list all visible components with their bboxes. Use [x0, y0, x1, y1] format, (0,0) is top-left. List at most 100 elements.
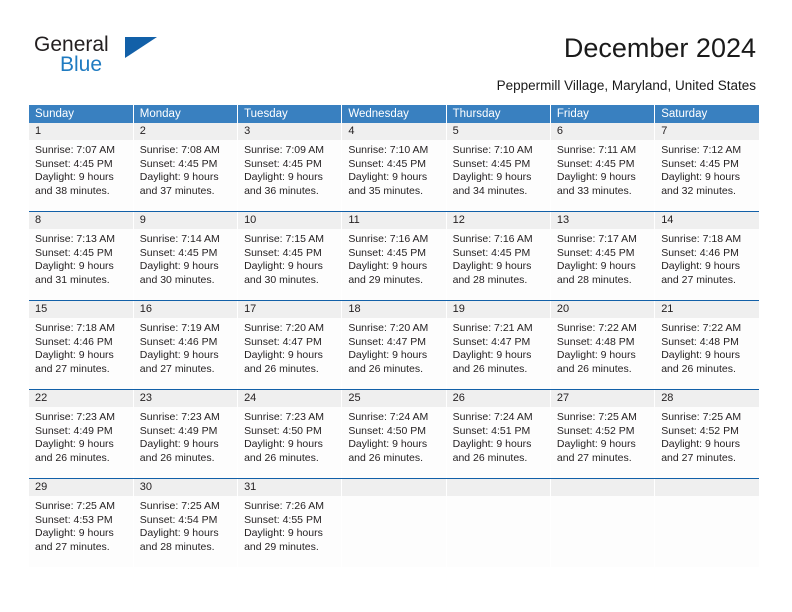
day-details: Sunrise: 7:16 AM Sunset: 4:45 PM Daylight:…	[342, 229, 446, 300]
daylight-text-line1: Daylight: 9 hours	[452, 260, 532, 272]
day-cell[interactable]: 15 Sunrise: 7:18 AM Sunset: 4:46 PM Dayligh…	[29, 300, 134, 390]
day-details: Sunrise: 7:18 AM Sunset: 4:46 PM Daylight:…	[29, 318, 133, 389]
sunset-text: Sunset: 4:55 PM	[244, 513, 322, 526]
daylight-text-line2: and 26 minutes.	[35, 451, 110, 464]
day-cell[interactable]: 6 Sunrise: 7:11 AM Sunset: 4:45 PM Daylight…	[550, 123, 656, 212]
day-cell[interactable]: 1 Sunrise: 7:07 AM Sunset: 4:45 PM Daylight…	[29, 123, 134, 212]
daylight-text-line2: and 27 minutes.	[35, 362, 110, 375]
daylight-text-line2: and 34 minutes.	[452, 184, 528, 197]
sunrise-text: Sunrise: 7:14 AM	[139, 233, 220, 245]
day-cell[interactable]: 22 Sunrise: 7:23 AM Sunset: 4:49 PM Dayligh…	[29, 389, 134, 479]
sunrise-text: Sunrise: 7:18 AM	[35, 322, 115, 334]
day-number: 21	[655, 301, 759, 318]
sunrise-text: Sunrise: 7:25 AM	[139, 500, 220, 512]
sunrise-text: Sunrise: 7:09 AM	[244, 144, 325, 156]
sunrise-text: Sunrise: 7:12 AM	[661, 144, 742, 156]
day-cell[interactable]: 13 Sunrise: 7:17 AM Sunset: 4:45 PM Dayligh…	[550, 211, 656, 301]
day-details: Sunrise: 7:24 AM Sunset: 4:51 PM Daylight:…	[446, 407, 550, 478]
day-number: 27	[550, 390, 655, 407]
day-cell[interactable]: 20 Sunrise: 7:22 AM Sunset: 4:48 PM Dayligh…	[550, 300, 656, 390]
daylight-text-line1: Daylight: 9 hours	[661, 438, 740, 450]
sunset-text: Sunset: 4:46 PM	[139, 335, 218, 348]
day-number: 18	[342, 301, 446, 318]
daylight-text-line1: Daylight: 9 hours	[139, 527, 219, 539]
day-cell[interactable]: 10 Sunrise: 7:15 AM Sunset: 4:45 PM Dayligh…	[237, 211, 343, 301]
sunset-text: Sunset: 4:45 PM	[35, 157, 113, 170]
sunrise-text: Sunrise: 7:26 AM	[244, 500, 325, 512]
sunrise-text: Sunrise: 7:19 AM	[139, 322, 220, 334]
sunrise-text: Sunrise: 7:22 AM	[556, 322, 637, 334]
daylight-text-line1: Daylight: 9 hours	[244, 349, 323, 361]
day-details: Sunrise: 7:10 AM Sunset: 4:45 PM Daylight:…	[342, 140, 446, 211]
sunrise-text: Sunrise: 7:20 AM	[244, 322, 325, 334]
day-cell[interactable]: 7 Sunrise: 7:12 AM Sunset: 4:45 PM Daylight…	[654, 123, 759, 212]
daylight-text-line1: Daylight: 9 hours	[139, 349, 219, 361]
day-details: Sunrise: 7:18 AM Sunset: 4:46 PM Daylight:…	[655, 229, 759, 300]
sunrise-text: Sunrise: 7:25 AM	[556, 411, 637, 423]
sunrise-text: Sunrise: 7:16 AM	[452, 233, 533, 245]
sunrise-text: Sunrise: 7:24 AM	[348, 411, 429, 423]
day-details: Sunrise: 7:23 AM Sunset: 4:50 PM Daylight:…	[238, 407, 342, 478]
day-cell[interactable]: 17 Sunrise: 7:20 AM Sunset: 4:47 PM Dayligh…	[237, 300, 343, 390]
day-cell[interactable]: 27 Sunrise: 7:25 AM Sunset: 4:52 PM Dayligh…	[550, 389, 656, 479]
daylight-text-line1: Daylight: 9 hours	[556, 171, 636, 183]
daylight-text-line2: and 26 minutes.	[556, 362, 632, 375]
day-cell[interactable]: 14 Sunrise: 7:18 AM Sunset: 4:46 PM Dayligh…	[654, 211, 759, 301]
day-cell[interactable]: 12 Sunrise: 7:16 AM Sunset: 4:45 PM Dayligh…	[446, 211, 551, 301]
day-number: 13	[550, 212, 655, 229]
day-details: Sunrise: 7:10 AM Sunset: 4:45 PM Daylight:…	[446, 140, 550, 211]
day-details: Sunrise: 7:22 AM Sunset: 4:48 PM Daylight:…	[655, 318, 759, 389]
day-cell[interactable]: 2 Sunrise: 7:08 AM Sunset: 4:45 PM Daylight…	[133, 123, 239, 212]
day-cell[interactable]: 9 Sunrise: 7:14 AM Sunset: 4:45 PM Daylight…	[133, 211, 239, 301]
day-cell[interactable]: 4 Sunrise: 7:10 AM Sunset: 4:45 PM Daylight…	[341, 123, 447, 212]
day-number: 25	[342, 390, 446, 407]
day-cell[interactable]: 3 Sunrise: 7:09 AM Sunset: 4:45 PM Daylight…	[237, 123, 343, 212]
day-cell[interactable]: 21 Sunrise: 7:22 AM Sunset: 4:48 PM Dayligh…	[654, 300, 759, 390]
day-cell[interactable]: 11 Sunrise: 7:16 AM Sunset: 4:45 PM Dayligh…	[341, 211, 447, 301]
day-cell[interactable]: 5 Sunrise: 7:10 AM Sunset: 4:45 PM Daylight…	[446, 123, 551, 212]
daylight-text-line1: Daylight: 9 hours	[348, 260, 428, 272]
sunset-text: Sunset: 4:45 PM	[35, 246, 113, 259]
day-number: 31	[238, 479, 342, 496]
day-number: 28	[655, 390, 759, 407]
day-cell[interactable]: 8 Sunrise: 7:13 AM Sunset: 4:45 PM Daylight…	[29, 211, 134, 301]
day-number: 9	[133, 212, 238, 229]
day-cell-empty	[655, 479, 759, 567]
general-blue-logo[interactable]: General Blue	[34, 33, 214, 79]
day-cell[interactable]: 28 Sunrise: 7:25 AM Sunset: 4:52 PM Dayligh…	[654, 389, 759, 479]
sunset-text: Sunset: 4:45 PM	[139, 246, 218, 259]
sunset-text: Sunset: 4:47 PM	[244, 335, 322, 348]
sunrise-text: Sunrise: 7:15 AM	[244, 233, 325, 245]
day-cell[interactable]: 31 Sunrise: 7:26 AM Sunset: 4:55 PM Dayligh…	[237, 478, 343, 567]
sunrise-text: Sunrise: 7:22 AM	[661, 322, 742, 334]
sunset-text: Sunset: 4:45 PM	[244, 246, 322, 259]
day-details: Sunrise: 7:07 AM Sunset: 4:45 PM Daylight:…	[29, 140, 133, 211]
daylight-text-line1: Daylight: 9 hours	[452, 171, 532, 183]
day-details: Sunrise: 7:17 AM Sunset: 4:45 PM Daylight:…	[550, 229, 655, 300]
daylight-text-line1: Daylight: 9 hours	[452, 349, 532, 361]
day-cell[interactable]: 23 Sunrise: 7:23 AM Sunset: 4:49 PM Dayligh…	[133, 389, 239, 479]
day-cell[interactable]: 19 Sunrise: 7:21 AM Sunset: 4:47 PM Dayligh…	[446, 300, 551, 390]
day-number: 4	[342, 123, 446, 140]
sunrise-text: Sunrise: 7:10 AM	[348, 144, 429, 156]
day-number: 1	[29, 123, 133, 140]
day-number: 26	[446, 390, 550, 407]
daylight-text-line2: and 26 minutes.	[661, 362, 736, 375]
day-details: Sunrise: 7:15 AM Sunset: 4:45 PM Daylight:…	[238, 229, 342, 300]
day-cell[interactable]: 25 Sunrise: 7:24 AM Sunset: 4:50 PM Dayligh…	[341, 389, 447, 479]
daylight-text-line1: Daylight: 9 hours	[244, 527, 323, 539]
day-cell[interactable]: 18 Sunrise: 7:20 AM Sunset: 4:47 PM Dayligh…	[341, 300, 447, 390]
day-cell[interactable]: 30 Sunrise: 7:25 AM Sunset: 4:54 PM Dayligh…	[133, 478, 239, 567]
sunrise-sunset-calendar: Sunday Monday Tuesday Wednesday Thursday…	[29, 105, 759, 567]
daylight-text-line2: and 35 minutes.	[348, 184, 424, 197]
day-cell[interactable]: 24 Sunrise: 7:23 AM Sunset: 4:50 PM Dayligh…	[237, 389, 343, 479]
day-cell[interactable]: 29 Sunrise: 7:25 AM Sunset: 4:53 PM Dayligh…	[29, 478, 134, 567]
daylight-text-line1: Daylight: 9 hours	[139, 171, 219, 183]
sunset-text: Sunset: 4:46 PM	[35, 335, 113, 348]
day-number: 5	[446, 123, 550, 140]
day-details	[655, 496, 759, 567]
sunset-text: Sunset: 4:45 PM	[139, 157, 218, 170]
day-cell[interactable]: 26 Sunrise: 7:24 AM Sunset: 4:51 PM Dayligh…	[446, 389, 551, 479]
day-cell[interactable]: 16 Sunrise: 7:19 AM Sunset: 4:46 PM Dayligh…	[133, 300, 239, 390]
day-number: 10	[238, 212, 342, 229]
